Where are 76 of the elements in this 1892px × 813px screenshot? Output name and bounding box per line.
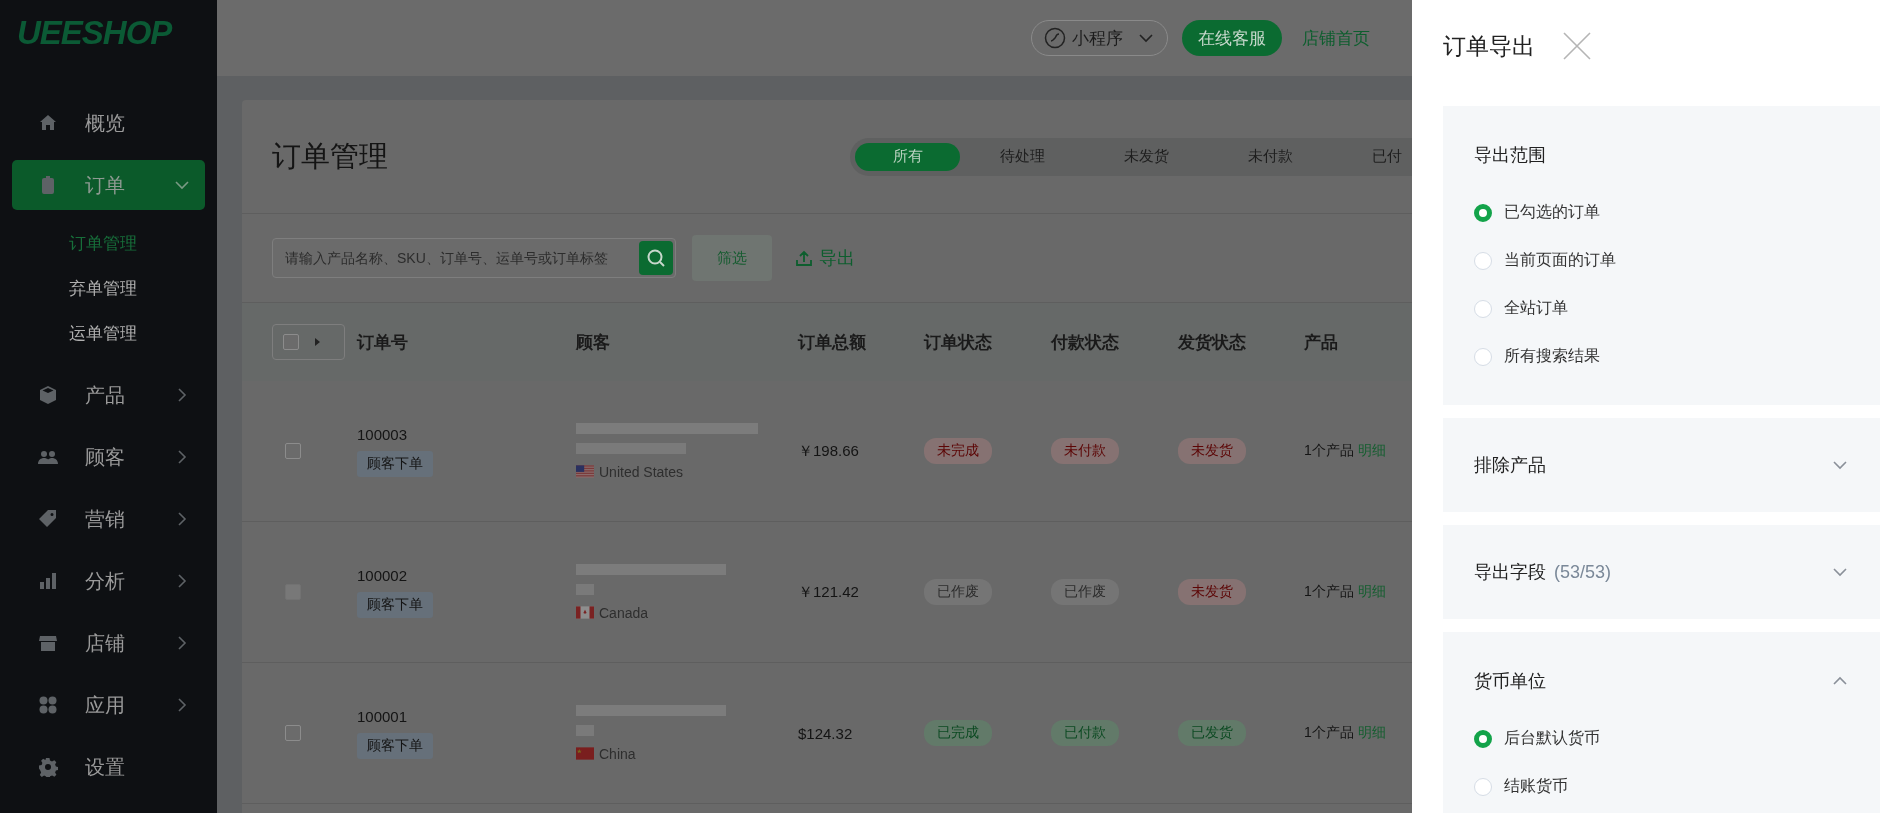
store-icon (38, 633, 58, 653)
column-header: 订单状态 (924, 331, 993, 354)
radio-option[interactable]: 全站订单 (1474, 298, 1849, 319)
tag-icon (38, 509, 58, 529)
caret-icon (313, 337, 321, 347)
flag-icon (576, 747, 594, 760)
column-header: 订单号 (357, 331, 409, 354)
product-count: 1个产品 (1304, 724, 1354, 742)
status-tab[interactable]: 所有 (855, 142, 960, 171)
upload-icon (795, 249, 813, 267)
customer-country: Canada (599, 604, 649, 621)
apps-icon (38, 695, 58, 715)
column-header: 发货状态 (1178, 331, 1247, 354)
search-field[interactable]: 请输入产品名称、SKU、订单号、运单号或订单标签 (272, 238, 676, 278)
section-title: 货币单位 (1474, 670, 1546, 693)
radio-option[interactable]: 当前页面的订单 (1474, 250, 1849, 271)
shipping-status-badge: 已发货 (1178, 720, 1246, 746)
product-count: 1个产品 (1304, 583, 1354, 601)
radio-option[interactable]: 所有搜索结果 (1474, 346, 1849, 367)
select-all-dropdown[interactable] (272, 324, 345, 360)
home-icon (38, 113, 58, 133)
support-button[interactable]: 在线客服 (1182, 20, 1282, 56)
close-icon[interactable] (1563, 32, 1591, 60)
product-count: 1个产品 (1304, 442, 1354, 460)
radio-option[interactable]: 已勾选的订单 (1474, 202, 1849, 223)
section-title: 导出范围 (1474, 144, 1546, 167)
customer-country: United States (599, 463, 684, 480)
section-header[interactable]: 货币单位 (1474, 646, 1849, 716)
radio-option[interactable]: 后台默认货币 (1474, 728, 1849, 749)
bar-chart-icon (38, 571, 58, 591)
section-title: 导出字段 (1474, 561, 1546, 584)
order-status-badge: 已完成 (924, 720, 992, 746)
page-title: 订单管理 (272, 138, 388, 174)
search-button[interactable] (639, 241, 673, 275)
cube-icon (38, 385, 58, 405)
sidebar-item[interactable]: 应用 (12, 680, 205, 730)
section-title: 排除产品 (1474, 454, 1546, 477)
flag-icon (576, 465, 594, 478)
row-checkbox[interactable] (285, 443, 301, 459)
payment-status-badge: 未付款 (1051, 438, 1119, 464)
order-total: ￥198.66 (798, 441, 860, 461)
sidebar-item[interactable]: 概览 (12, 98, 205, 148)
order-status-badge: 未完成 (924, 438, 992, 464)
order-status-badge: 已作废 (924, 579, 992, 605)
order-source-tag: 顾客下单 (357, 591, 433, 618)
sidebar-item[interactable]: 顾客 (12, 432, 205, 482)
sidebar-subitem[interactable]: 弃单管理 (69, 275, 137, 303)
shipping-status-badge: 未发货 (1178, 579, 1246, 605)
order-source-tag: 顾客下单 (357, 732, 433, 759)
sidebar-item[interactable]: 分析 (12, 556, 205, 606)
column-header: 顾客 (576, 331, 611, 354)
panel-title: 订单导出 (1443, 31, 1535, 61)
sidebar-item[interactable]: 营销 (12, 494, 205, 544)
column-header: 产品 (1304, 331, 1339, 354)
radio-option[interactable]: 结账货币 (1474, 776, 1849, 797)
column-header: 订单总额 (798, 331, 867, 354)
sidebar-subitem[interactable]: 运单管理 (69, 320, 137, 348)
sidebar-item[interactable]: 设置 (12, 742, 205, 792)
order-total: ￥121.42 (798, 582, 860, 602)
field-count: (53/53) (1554, 562, 1612, 583)
customer-country: China (599, 745, 636, 762)
settings-icon (38, 757, 58, 777)
order-total: $124.32 (798, 724, 854, 742)
payment-status-badge: 已作废 (1051, 579, 1119, 605)
search-icon (646, 248, 666, 268)
payment-status-badge: 已付款 (1051, 720, 1119, 746)
column-header: 付款状态 (1051, 331, 1120, 354)
order-source-tag: 顾客下单 (357, 450, 433, 477)
row-checkbox[interactable] (285, 725, 301, 741)
flag-icon (576, 606, 594, 619)
sidebar-item[interactable]: 产品 (12, 370, 205, 420)
section-header[interactable]: 排除产品 (1474, 418, 1849, 512)
shipping-status-badge: 未发货 (1178, 438, 1246, 464)
sidebar-item[interactable]: 店铺 (12, 618, 205, 668)
section-header[interactable]: 导出字段 (53/53) (1474, 525, 1849, 619)
link-icon (1044, 27, 1066, 49)
